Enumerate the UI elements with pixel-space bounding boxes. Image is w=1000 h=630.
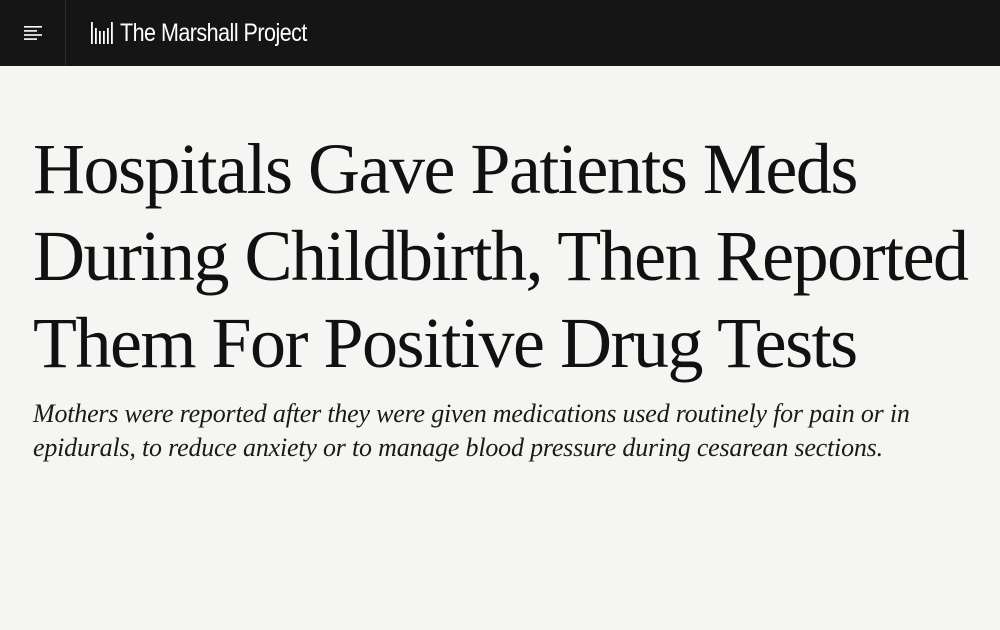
site-name: The Marshall Project (120, 18, 307, 47)
hamburger-menu-icon (23, 26, 42, 40)
site-logo[interactable]: The Marshall Project (91, 0, 337, 66)
article-header: Hospitals Gave Patients Meds During Chil… (33, 126, 983, 465)
site-header: The Marshall Project (0, 0, 1000, 66)
bars-logo-icon (91, 22, 113, 44)
article-headline: Hospitals Gave Patients Meds During Chil… (33, 129, 969, 383)
article-dek: Mothers were reported after they were gi… (33, 399, 910, 462)
menu-button[interactable] (0, 0, 66, 66)
